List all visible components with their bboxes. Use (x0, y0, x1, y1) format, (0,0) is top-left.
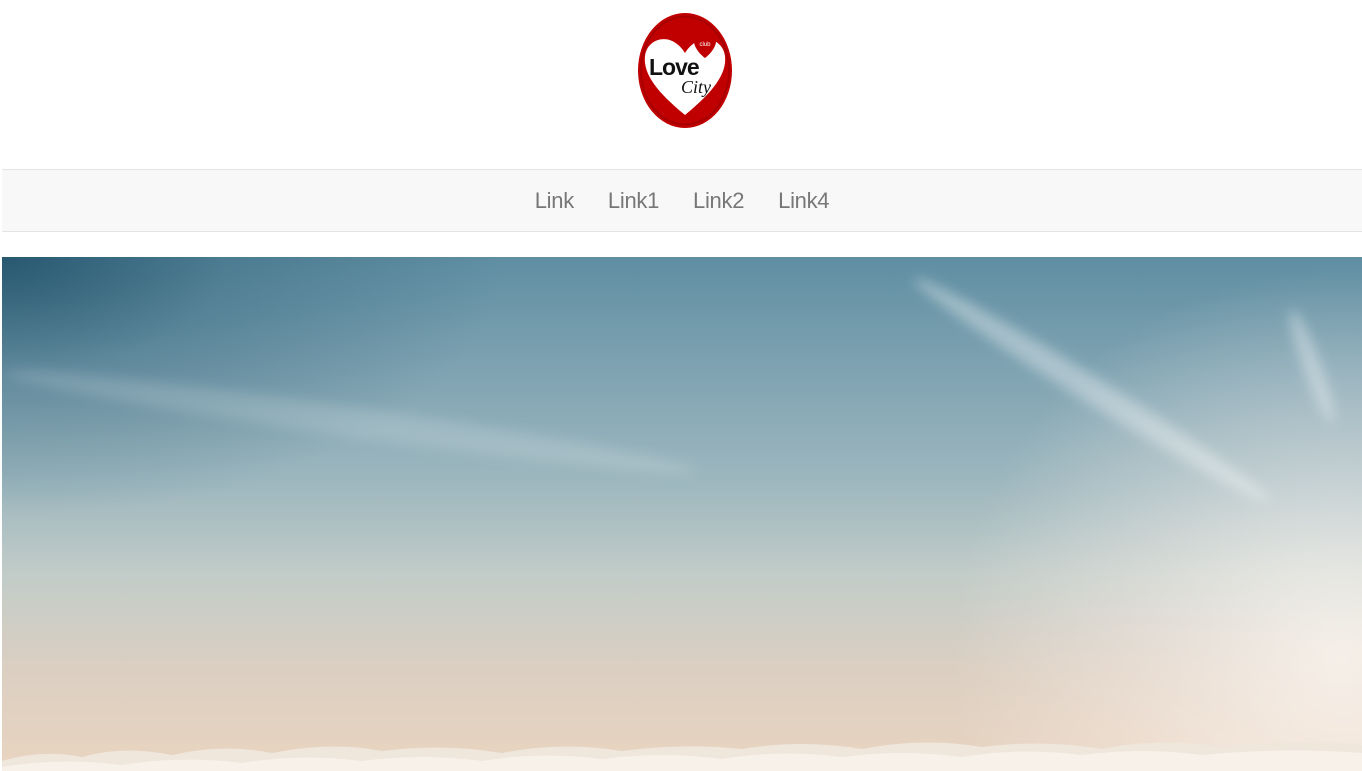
svg-text:City: City (681, 77, 711, 97)
cloud-layer (2, 742, 1362, 771)
svg-text:club: club (699, 42, 711, 48)
love-city-logo-icon: club Love City (638, 13, 732, 128)
hero-vignette (2, 257, 1362, 771)
nav-link-link2[interactable]: Link2 (693, 188, 744, 214)
main-navbar: Link Link1 Link2 Link4 (2, 169, 1362, 232)
hero-image-sky (2, 257, 1362, 771)
nav-link-link4[interactable]: Link4 (778, 188, 829, 214)
page-header: club Love City (0, 0, 1362, 170)
nav-link-link[interactable]: Link (535, 188, 574, 214)
site-logo[interactable]: club Love City (637, 12, 733, 129)
nav-link-link1[interactable]: Link1 (608, 188, 659, 214)
